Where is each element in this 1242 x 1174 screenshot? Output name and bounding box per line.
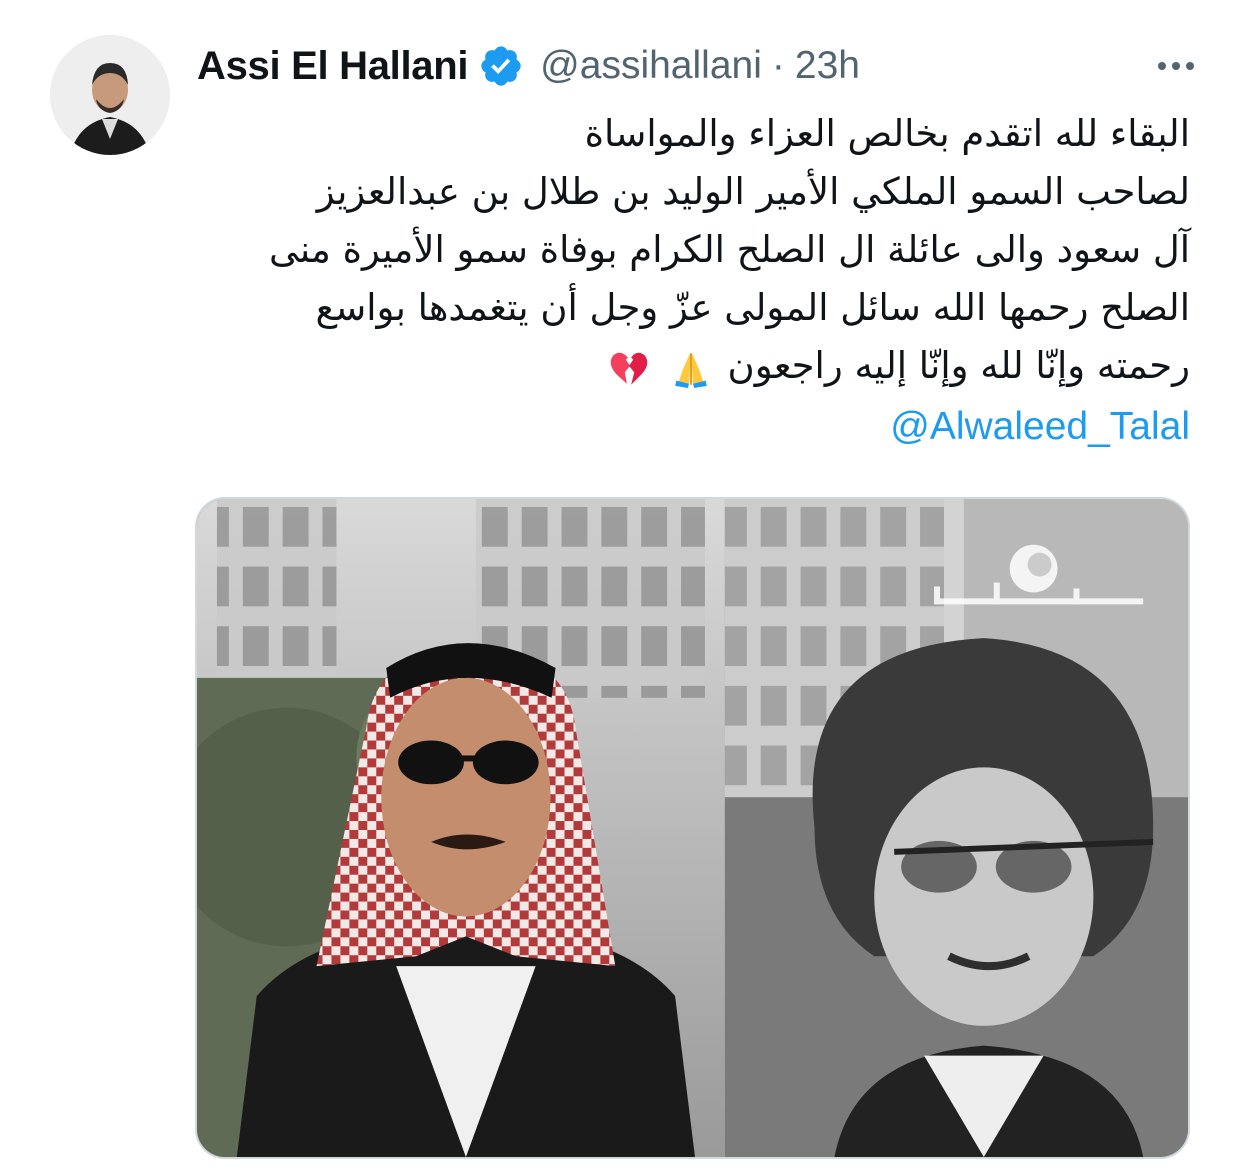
more-options-icon[interactable]	[1150, 46, 1202, 86]
display-name[interactable]: Assi El Hallani	[197, 44, 468, 89]
tweet-line: البقاء لله اتقدم بخالص العزاء والمواساة	[584, 112, 1190, 155]
folded-hands-emoji-icon	[670, 347, 712, 389]
tweet-header: Assi El Hallani @assihallani · 23h	[197, 40, 1202, 92]
tweet-line: الصلح رحمها الله سائل المولى عزّ وجل أن …	[315, 286, 1191, 329]
avatar-photo	[50, 35, 170, 155]
photo-illustration	[197, 499, 1188, 1157]
tweet-line-text: رحمته وإنّا لله وإنّا إليه راجعون	[727, 344, 1190, 387]
broken-heart-emoji-icon	[608, 347, 650, 389]
tweet-media-photo[interactable]	[195, 497, 1190, 1159]
tweet-line-with-emoji: رحمته وإنّا لله وإنّا إليه راجعون	[180, 337, 1190, 395]
tweet-line: لصاحب السمو الملكي الأمير الوليد بن طلال…	[316, 170, 1190, 213]
separator-dot: ·	[771, 44, 785, 87]
tweet-line: آل سعود والى عائلة ال الصلح الكرام بوفاة…	[269, 228, 1190, 271]
author-handle[interactable]: @assihallani	[540, 44, 762, 88]
author-avatar[interactable]	[50, 35, 170, 155]
tweet-text: البقاء لله اتقدم بخالص العزاء والمواساة …	[180, 105, 1190, 395]
timestamp[interactable]: 23h	[795, 44, 860, 88]
mention-link[interactable]: @Alwaleed_Talal	[890, 405, 1190, 449]
verified-badge-icon	[478, 43, 524, 89]
